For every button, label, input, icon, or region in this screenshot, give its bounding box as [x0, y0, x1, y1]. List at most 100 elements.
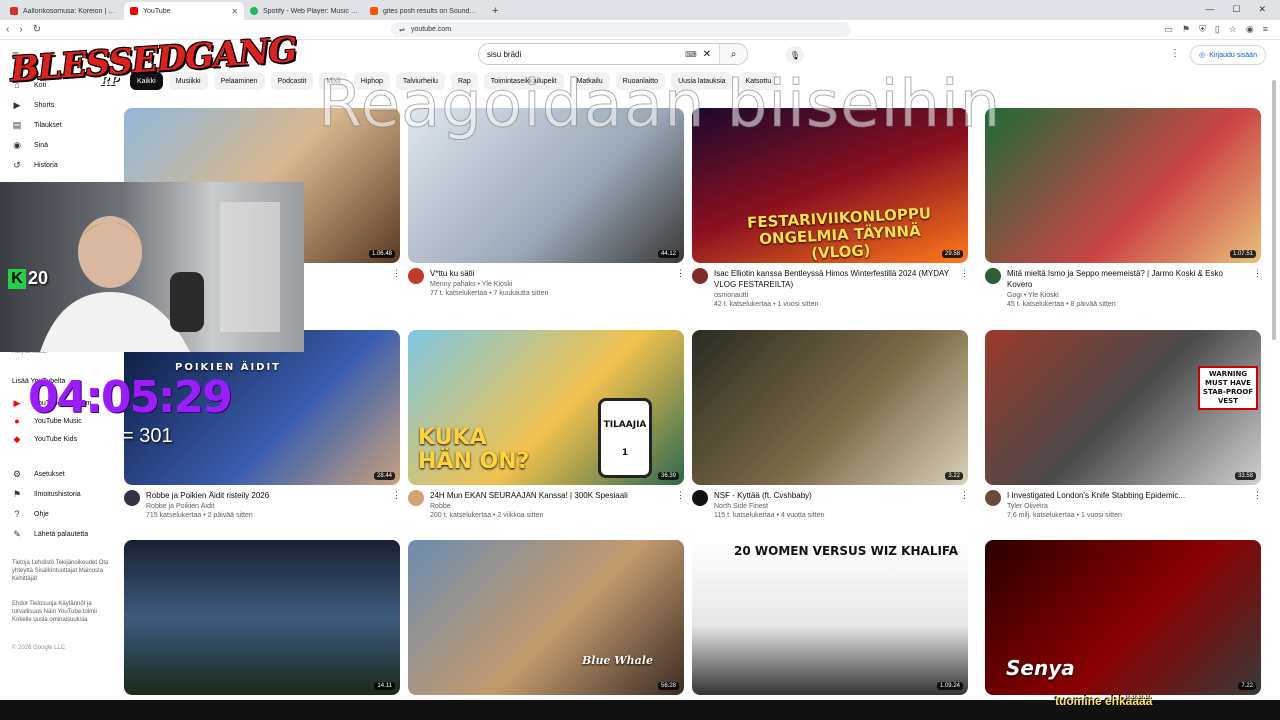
more-actions-icon[interactable]: ⋮: [392, 268, 401, 284]
channel-avatar[interactable]: [985, 490, 1001, 506]
url-field[interactable]: ⇌ youtube.com: [391, 22, 852, 37]
video-title[interactable]: NSF - Kyttää (ft. Cvshbaby): [714, 490, 954, 501]
video-meta: NSF - Kyttää (ft. Cvshbaby) North Side Fi…: [692, 490, 969, 519]
channel-name[interactable]: Tyler Oliveira: [1007, 503, 1247, 510]
reload-icon[interactable]: ↻: [33, 24, 41, 35]
minimize-icon[interactable]: —: [1205, 4, 1214, 15]
bookmark-icon[interactable]: ☆: [1229, 24, 1237, 35]
scrollbar-thumb[interactable]: [1272, 80, 1276, 340]
sidebar-item-settings[interactable]: ⚙ Asetukset: [12, 467, 65, 481]
more-actions-icon[interactable]: ⋮: [1253, 268, 1262, 308]
browser-tab[interactable]: gites posh results on SoundCloud: [364, 2, 484, 20]
more-actions-icon[interactable]: ⋮: [1253, 490, 1262, 519]
sidebar-icon[interactable]: ▯: [1215, 24, 1220, 35]
channel-name[interactable]: Gogi • Yle Kioski: [1007, 292, 1247, 299]
channel-avatar[interactable]: [985, 268, 1001, 284]
extension-icon[interactable]: ⚑: [1182, 24, 1190, 35]
duration-badge: 7.22: [1238, 682, 1256, 690]
subscriptions-icon: ▤: [12, 119, 22, 130]
install-icon[interactable]: ▭: [1164, 24, 1173, 35]
footer-links-2[interactable]: Ehdot Tietosuoja Käytännöt ja turvallisu…: [12, 600, 112, 624]
sidebar-item-history[interactable]: ↺ Historia: [12, 158, 58, 172]
sidebar-item-report-history[interactable]: ⚑ Ilmoitushistoria: [12, 487, 81, 501]
more-actions-icon[interactable]: ⋮: [676, 490, 685, 519]
close-window-icon[interactable]: ✕: [1258, 4, 1266, 15]
stream-logo-sub: RP: [100, 74, 119, 88]
sidebar-item-help[interactable]: ? Ohje: [12, 507, 48, 521]
search-box[interactable]: sisu brädi ⌨ ✕ ⌕: [478, 43, 748, 65]
video-stats: 715 katselukertaa • 2 päivää sitten: [146, 512, 253, 519]
more-actions-icon[interactable]: ⋮: [676, 268, 685, 297]
thumb-caption: Senya: [1006, 656, 1075, 680]
menu-icon[interactable]: ≡: [1263, 24, 1268, 35]
channel-avatar[interactable]: [408, 268, 424, 284]
channel-avatar[interactable]: [408, 490, 424, 506]
footer-links-1[interactable]: Tietoja Lehdistö Tekijänoikeudet Ota yht…: [12, 559, 112, 583]
channel-avatar[interactable]: [692, 490, 708, 506]
video-title[interactable]: Robbe ja Poikien Äidit risteily 2026: [146, 490, 386, 501]
sidebar-item-subscriptions[interactable]: ▤ Tilaukset: [12, 118, 62, 132]
browser-tab[interactable]: Spotify - Web Player: Music for every: [244, 2, 364, 20]
keyboard-icon[interactable]: ⌨: [685, 50, 697, 59]
sidebar-item-label: YouTube Kids: [34, 435, 78, 443]
settings-more-icon[interactable]: ⋮: [1170, 48, 1180, 59]
chip[interactable]: Podcastit: [270, 72, 314, 90]
browser-tab-active[interactable]: YouTube ✕: [124, 2, 244, 20]
channel-name[interactable]: osmonautti: [714, 292, 954, 299]
video-thumbnail[interactable]: 14.11: [124, 540, 400, 695]
back-icon[interactable]: ‹: [6, 24, 9, 35]
sign-in-button[interactable]: ◎ Kirjaudu sisään: [1190, 45, 1266, 65]
search-input[interactable]: sisu brädi: [487, 50, 685, 59]
video-title[interactable]: I Investigated London's Knife Stabbing E…: [1007, 490, 1247, 501]
gear-icon: ⚙: [12, 468, 22, 479]
tab-title: Spotify - Web Player: Music for every: [263, 7, 358, 15]
profile-icon[interactable]: ◉: [1246, 24, 1254, 35]
voice-search-button[interactable]: 🎙︎: [786, 46, 804, 64]
video-meta: I Investigated London's Knife Stabbing E…: [985, 490, 1262, 519]
video-stats: 115 t. katselukertaa • 4 vuotta sitten: [714, 512, 825, 519]
more-actions-icon[interactable]: ⋮: [392, 490, 401, 519]
channel-name[interactable]: Robbe: [430, 503, 670, 510]
video-title[interactable]: V*ttu ku sätii: [430, 268, 670, 279]
video-title[interactable]: 24H Mun EKAN SEURAAJAN Kanssa! | 300K Sp…: [430, 490, 670, 501]
channel-name[interactable]: Menny pahaks • Yle Kioski: [430, 281, 670, 288]
browser-tab[interactable]: Aallonkosomusa: Koreion | Mikol "Ce: [4, 2, 124, 20]
video-title[interactable]: Isac Elliotin kanssa Bentleyssä Himos Wi…: [714, 268, 954, 290]
video-card[interactable]: 1.09.24: [692, 540, 968, 695]
search-button[interactable]: ⌕: [719, 44, 747, 64]
channel-avatar[interactable]: [124, 490, 140, 506]
video-thumbnail[interactable]: 1.09.24: [692, 540, 968, 695]
video-thumbnail[interactable]: 3.22: [692, 330, 968, 485]
sidebar-item-feedback[interactable]: ✎ Lähetä palautetta: [12, 527, 88, 541]
video-thumbnail[interactable]: 56.28: [408, 540, 684, 695]
close-icon[interactable]: ✕: [231, 7, 238, 16]
more-actions-icon[interactable]: ⋮: [960, 490, 969, 519]
video-text: Robbe ja Poikien Äidit risteily 2026 Robb…: [146, 490, 386, 519]
sidebar-item-you[interactable]: ◉ Sinä: [12, 138, 48, 152]
channel-avatar[interactable]: [692, 268, 708, 284]
duration-badge: 1.09.24: [936, 682, 963, 690]
video-card[interactable]: 33.58 I Investigated London's Knife Stabb…: [985, 330, 1262, 519]
forward-icon[interactable]: ›: [19, 24, 22, 35]
scrollbar[interactable]: [1272, 70, 1278, 700]
video-card[interactable]: 1.07.51 Mitä mieltä Ismo ja Seppo meemeis…: [985, 108, 1262, 308]
maximize-icon[interactable]: ☐: [1232, 4, 1240, 15]
video-title[interactable]: Mitä mieltä Ismo ja Seppo meemeistä? | J…: [1007, 268, 1247, 290]
duration-badge: 56.28: [657, 682, 679, 690]
video-card[interactable]: 14.11: [124, 540, 400, 695]
channel-name[interactable]: Robbe ja Poikien Äidit: [146, 503, 386, 510]
history-icon: ↺: [13, 159, 21, 170]
video-thumbnail[interactable]: 1.07.51: [985, 108, 1261, 263]
sidebar-item-shorts[interactable]: ▶ Shorts: [12, 98, 55, 112]
new-tab-button[interactable]: +: [484, 5, 506, 20]
video-card[interactable]: 3.22 NSF - Kyttää (ft. Cvshbaby) North Sid…: [692, 330, 969, 519]
channel-name[interactable]: North Side Finest: [714, 503, 954, 510]
video-stats: 42 t. katselukertaa • 1 vuosi sitten: [714, 301, 819, 308]
clear-search-icon[interactable]: ✕: [703, 49, 711, 60]
sidebar-item-kids[interactable]: ◆ YouTube Kids: [12, 432, 78, 446]
shield-icon[interactable]: ⛨: [1199, 24, 1206, 35]
video-card[interactable]: 56.28: [408, 540, 684, 695]
site-info-icon[interactable]: ⇌: [399, 26, 405, 34]
more-actions-icon[interactable]: ⋮: [960, 268, 969, 308]
viewer-count: 20: [28, 268, 49, 288]
